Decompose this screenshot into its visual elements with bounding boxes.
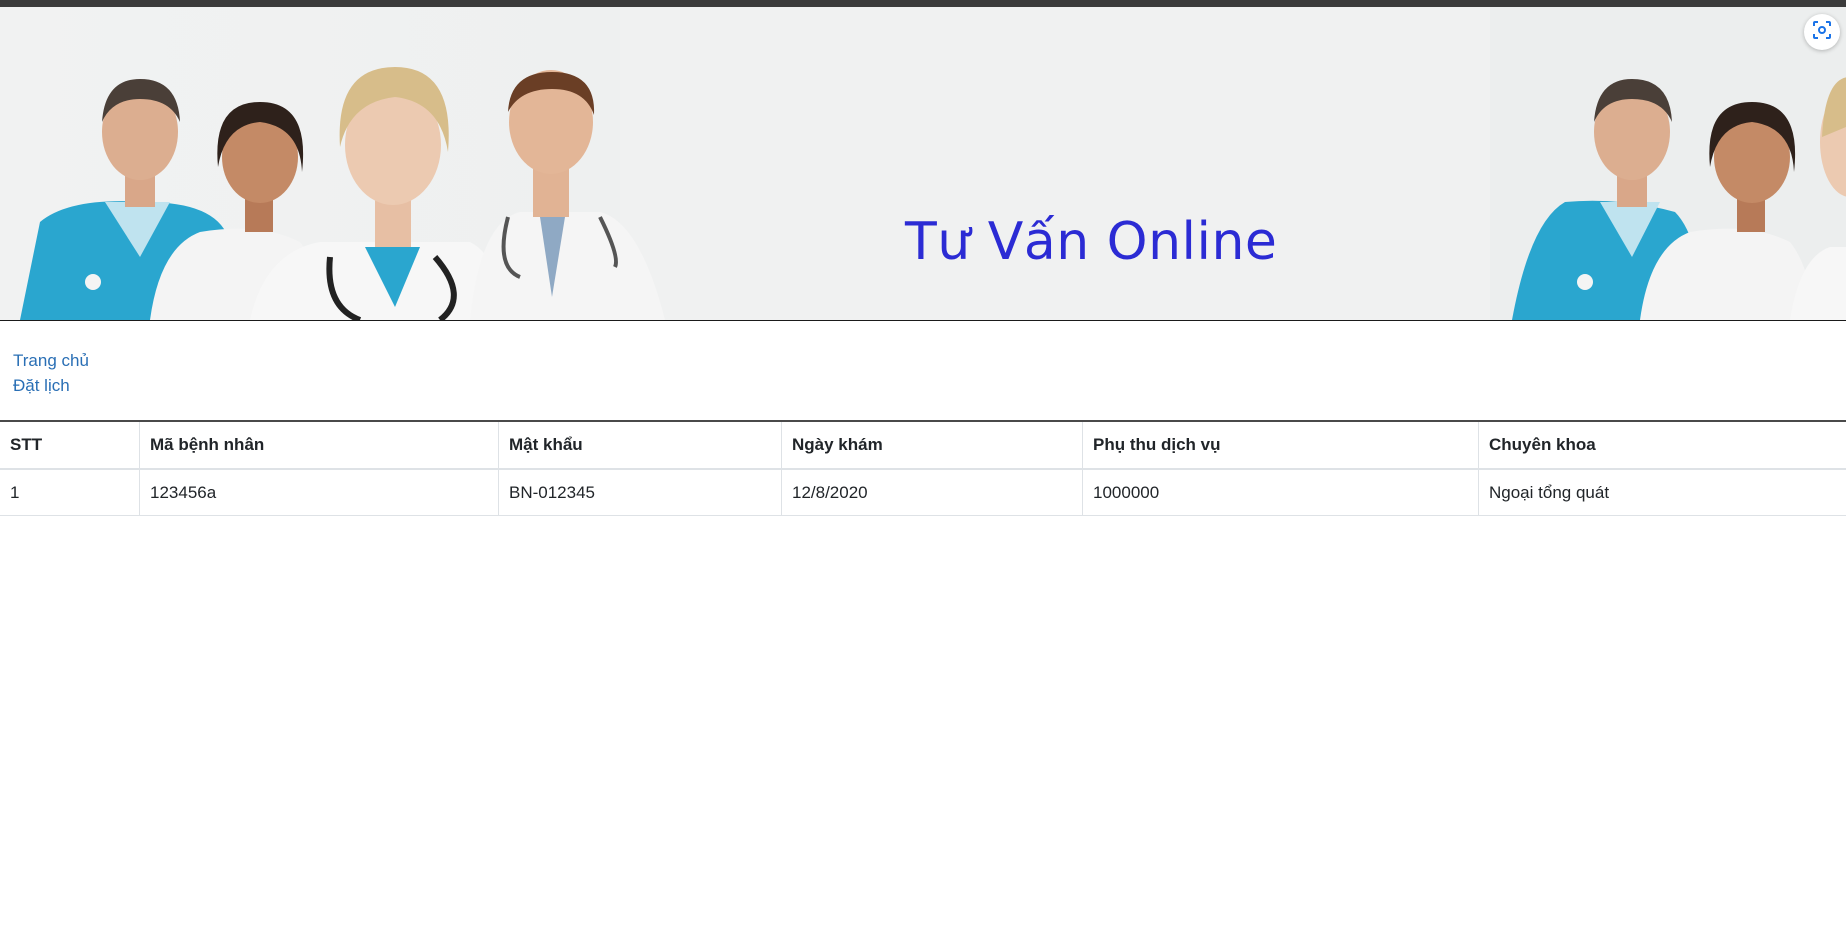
- cell-password: BN-012345: [498, 469, 782, 516]
- cell-stt: 1: [0, 469, 140, 516]
- nav-links: Trang chủ Đặt lịch: [13, 348, 89, 398]
- doctor-figure: [250, 67, 505, 320]
- table-header-row: STT Mã bệnh nhân Mật khẩu Ngày khám Phụ …: [0, 420, 1846, 470]
- column-header-password: Mật khẩu: [498, 420, 782, 470]
- table-row: 1 123456a BN-012345 12/8/2020 1000000 Ng…: [0, 469, 1846, 516]
- nav-link-booking[interactable]: Đặt lịch: [13, 373, 89, 398]
- cell-patient-id: 123456a: [139, 469, 499, 516]
- banner-title: Tư Vấn Online: [905, 212, 1278, 272]
- column-header-stt: STT: [0, 420, 140, 470]
- cell-specialty: Ngoại tổng quát: [1478, 469, 1846, 516]
- column-header-service-fee: Phụ thu dịch vụ: [1082, 420, 1479, 470]
- cell-exam-date: 12/8/2020: [781, 469, 1083, 516]
- nav-link-home[interactable]: Trang chủ: [13, 348, 89, 373]
- doctors-banner-image: [20, 7, 1846, 320]
- column-header-specialty: Chuyên khoa: [1478, 420, 1846, 470]
- cell-service-fee: 1000000: [1082, 469, 1479, 516]
- window-top-bar: [0, 0, 1846, 7]
- appointments-table: STT Mã bệnh nhân Mật khẩu Ngày khám Phụ …: [0, 420, 1846, 516]
- screenshot-button[interactable]: [1804, 14, 1840, 50]
- column-header-patient-id: Mã bệnh nhân: [139, 420, 499, 470]
- column-header-exam-date: Ngày khám: [781, 420, 1083, 470]
- screenshot-capture-icon: [1812, 20, 1832, 45]
- banner: Tư Vấn Online: [0, 7, 1846, 321]
- appointments-table-wrapper: STT Mã bệnh nhân Mật khẩu Ngày khám Phụ …: [0, 420, 1846, 516]
